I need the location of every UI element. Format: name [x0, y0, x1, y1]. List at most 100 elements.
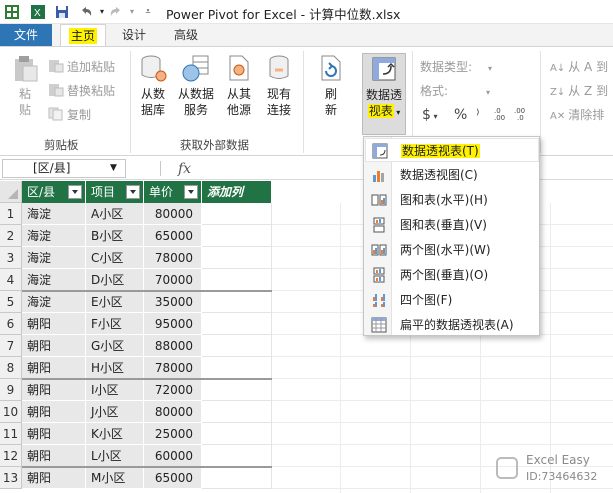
table-cell[interactable]: 朝阳 — [22, 423, 86, 445]
table-cell[interactable]: 35000 — [144, 291, 202, 313]
from-other-sources-button[interactable]: 从其 他源 — [222, 53, 256, 118]
menu-item[interactable]: 图和表(垂直)(V) — [365, 213, 539, 237]
table-cell[interactable]: 78000 — [144, 247, 202, 269]
table-cell[interactable]: 朝阳 — [22, 357, 86, 379]
table-cell[interactable]: J小区 — [86, 401, 144, 423]
add-column-cell[interactable] — [202, 203, 272, 225]
data-type-dropdown[interactable]: 数据类型: ▾ — [420, 57, 492, 77]
pivot-table-button[interactable]: 数据透 视表 ▾ — [362, 53, 406, 135]
currency-format-button[interactable]: $ ▾ — [422, 105, 437, 125]
menu-item[interactable]: 数据透视图(C) — [365, 163, 539, 187]
table-cell[interactable]: 朝阳 — [22, 379, 86, 401]
add-column-header[interactable]: 添加列 — [202, 181, 272, 203]
decrease-decimal-button[interactable]: .00.0 — [514, 105, 530, 125]
table-cell[interactable]: 88000 — [144, 335, 202, 357]
tab-advanced[interactable]: 高级 — [164, 24, 208, 46]
menu-item[interactable]: 扁平的数据透视表(A) — [365, 313, 539, 337]
table-cell[interactable]: 朝阳 — [22, 445, 86, 467]
row-number[interactable]: 5 — [0, 291, 22, 313]
row-number[interactable]: 13 — [0, 467, 22, 489]
save-icon[interactable] — [54, 4, 70, 20]
add-column-cell[interactable] — [202, 225, 272, 247]
table-cell[interactable]: 朝阳 — [22, 335, 86, 357]
row-number[interactable]: 3 — [0, 247, 22, 269]
append-paste-button[interactable]: 追加粘贴 — [48, 57, 115, 77]
comma-format-button[interactable]: ⁾ — [476, 105, 479, 125]
add-column-cell[interactable] — [202, 313, 272, 335]
add-column-cell[interactable] — [202, 379, 272, 401]
table-cell[interactable]: 海淀 — [22, 247, 86, 269]
replace-paste-button[interactable]: 替换粘贴 — [48, 81, 115, 101]
table-cell[interactable]: F小区 — [86, 313, 144, 335]
table-cell[interactable]: 65000 — [144, 225, 202, 247]
menu-item[interactable]: 图和表(水平)(H) — [365, 188, 539, 212]
power-pivot-app-icon[interactable] — [4, 4, 20, 20]
filter-dropdown-icon[interactable] — [126, 185, 140, 199]
table-cell[interactable]: I小区 — [86, 379, 144, 401]
filter-dropdown-icon[interactable] — [184, 185, 198, 199]
row-number[interactable]: 6 — [0, 313, 22, 335]
menu-item[interactable]: 数据透视表(T) — [365, 138, 539, 162]
undo-icon[interactable] — [78, 4, 94, 20]
row-number[interactable]: 7 — [0, 335, 22, 357]
menu-item[interactable]: 两个图(垂直)(O) — [365, 263, 539, 287]
table-cell[interactable]: C小区 — [86, 247, 144, 269]
fx-icon[interactable]: fx — [178, 158, 191, 180]
refresh-button[interactable]: 刷 新 — [316, 53, 346, 118]
menu-item[interactable]: 四个图(F) — [365, 288, 539, 312]
from-database-button[interactable]: 从数 据库 — [134, 53, 172, 118]
table-cell[interactable]: 80000 — [144, 203, 202, 225]
add-column-cell[interactable] — [202, 423, 272, 445]
paste-button[interactable]: 粘 贴 — [8, 53, 42, 118]
customize-toolbar-icon[interactable]: ⩡ — [140, 4, 156, 20]
sort-a-to-z-button[interactable]: A↓ 从 A 到 — [550, 57, 608, 77]
table-cell[interactable]: 朝阳 — [22, 401, 86, 423]
percent-format-button[interactable]: % — [454, 105, 467, 125]
row-number[interactable]: 9 — [0, 379, 22, 401]
table-cell[interactable]: A小区 — [86, 203, 144, 225]
column-header-district[interactable]: 区/县 — [22, 181, 86, 203]
row-number[interactable]: 10 — [0, 401, 22, 423]
row-number[interactable]: 8 — [0, 357, 22, 379]
add-column-cell[interactable] — [202, 291, 272, 313]
row-number[interactable]: 12 — [0, 445, 22, 467]
add-column-cell[interactable] — [202, 247, 272, 269]
tab-design[interactable]: 设计 — [112, 24, 156, 46]
table-cell[interactable]: H小区 — [86, 357, 144, 379]
existing-connections-button[interactable]: 现有 连接 — [262, 53, 296, 118]
column-header-project[interactable]: 项目 — [86, 181, 144, 203]
redo-dropdown-icon[interactable]: ▾ — [124, 4, 140, 20]
table-cell[interactable]: D小区 — [86, 269, 144, 291]
format-dropdown[interactable]: 格式: ▾ — [420, 81, 490, 101]
table-cell[interactable]: 海淀 — [22, 225, 86, 247]
table-cell[interactable]: 70000 — [144, 269, 202, 291]
row-number[interactable]: 1 — [0, 203, 22, 225]
excel-icon[interactable]: X — [30, 4, 46, 20]
add-column-cell[interactable] — [202, 445, 272, 467]
chevron-down-icon[interactable]: ▼ — [110, 159, 117, 178]
copy-button[interactable]: 复制 — [48, 105, 91, 125]
add-column-cell[interactable] — [202, 467, 272, 489]
table-cell[interactable]: 25000 — [144, 423, 202, 445]
name-box[interactable]: [区/县] — [2, 159, 126, 178]
select-all-corner[interactable] — [0, 181, 22, 203]
row-number[interactable]: 4 — [0, 269, 22, 291]
table-cell[interactable]: 海淀 — [22, 291, 86, 313]
table-cell[interactable]: K小区 — [86, 423, 144, 445]
filter-dropdown-icon[interactable] — [68, 185, 82, 199]
table-cell[interactable]: E小区 — [86, 291, 144, 313]
add-column-cell[interactable] — [202, 269, 272, 291]
tab-home[interactable]: 主页 — [60, 24, 106, 46]
table-cell[interactable]: 60000 — [144, 445, 202, 467]
table-cell[interactable]: B小区 — [86, 225, 144, 247]
add-column-cell[interactable] — [202, 335, 272, 357]
table-cell[interactable]: G小区 — [86, 335, 144, 357]
row-number[interactable]: 2 — [0, 225, 22, 247]
row-number[interactable]: 11 — [0, 423, 22, 445]
table-cell[interactable]: 72000 — [144, 379, 202, 401]
tab-file[interactable]: 文件 — [0, 24, 52, 46]
menu-item[interactable]: 两个图(水平)(W) — [365, 238, 539, 262]
redo-icon[interactable] — [108, 4, 124, 20]
table-cell[interactable]: 海淀 — [22, 203, 86, 225]
from-data-service-button[interactable]: 从数据 服务 — [174, 53, 218, 118]
